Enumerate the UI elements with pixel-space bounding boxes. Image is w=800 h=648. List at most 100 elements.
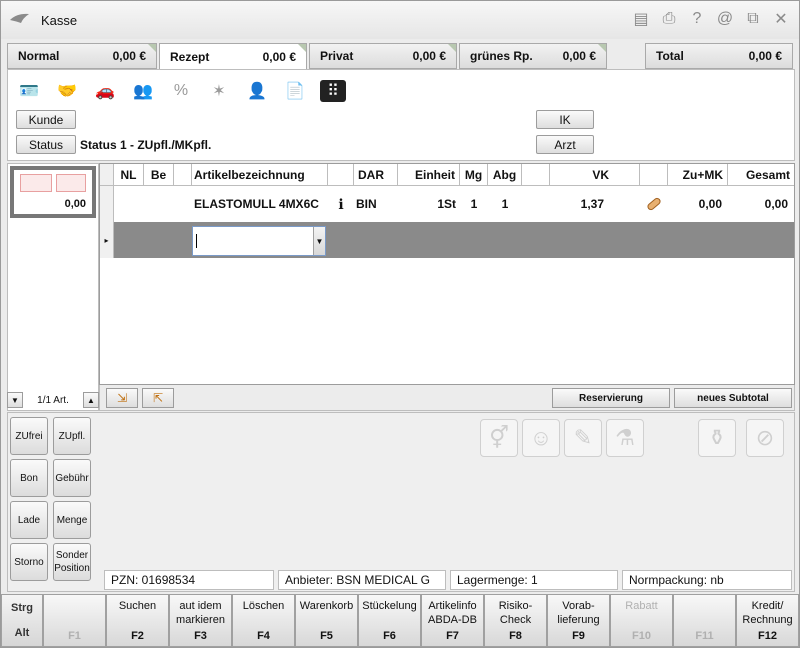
zupfl-button[interactable]: ZUpfl. [53, 417, 91, 455]
col-header-vk[interactable]: VK [550, 164, 640, 186]
cell-gesamt[interactable]: 0,00 [728, 186, 794, 222]
tool-icon: ⚗ [606, 419, 644, 457]
menge-button[interactable]: Menge [53, 501, 91, 539]
total-value: 0,00 € [748, 49, 782, 63]
app-logo-icon [9, 11, 31, 27]
print-icon[interactable]: ⎙ [659, 9, 679, 29]
tab-normal[interactable]: Normal 0,00 € [7, 43, 157, 69]
article-grid: NL Be Artikelbezeichnung DAR Einheit Mg … [99, 163, 795, 385]
f4-loeschen-key[interactable]: Löschen F4 [232, 594, 295, 647]
tab-value: 0,00 € [262, 50, 296, 64]
people-icon[interactable]: 👥 [130, 80, 156, 102]
total-box: Total 0,00 € [645, 43, 793, 69]
reservierung-button[interactable]: Reservierung [552, 388, 670, 408]
prescription-icon[interactable]: 📄 [282, 80, 308, 102]
syringe-icon: ✎ [564, 419, 602, 457]
chevron-down-icon[interactable]: ▼ [313, 227, 325, 255]
modifier-keys[interactable]: Strg Alt [1, 594, 43, 647]
document-icon[interactable]: ▤ [631, 9, 651, 29]
percent-icon[interactable]: % [168, 80, 194, 102]
f12-kredit-rechnung-key[interactable]: Kredit/ Rechnung F12 [736, 594, 799, 647]
col-header-artikel[interactable]: Artikelbezeichnung [192, 164, 328, 186]
col-header-abg[interactable]: Abg [488, 164, 522, 186]
f6-stueckelung-key[interactable]: Stückelung F6 [358, 594, 421, 647]
row-pointer-icon: ▸ [100, 222, 114, 258]
tab-value: 0,00 € [562, 49, 596, 63]
chevron-down-icon[interactable]: ▼ [7, 392, 23, 408]
f2-suchen-key[interactable]: Suchen F2 [106, 594, 169, 647]
info-icon[interactable]: ℹ [330, 186, 352, 222]
cell-abg[interactable]: 1 [488, 186, 522, 222]
receipt-list: 0,00 [7, 163, 99, 411]
neues-subtotal-button[interactable]: neues Subtotal [674, 388, 792, 408]
zufrei-button[interactable]: ZUfrei [10, 417, 48, 455]
customer-panel: 🪪 🤝 🚗 👥 % ✶ 👤 📄 ⠿ Kunde Status Status 1 … [7, 69, 795, 161]
sonder-position-button[interactable]: Sonder Position [53, 543, 91, 581]
col-header-einheit[interactable]: Einheit [398, 164, 460, 186]
tab-rezept[interactable]: Rezept 0,00 € [159, 43, 307, 71]
cell-vk[interactable]: 1,37 [550, 186, 640, 222]
tab-name: Rezept [170, 50, 210, 64]
tab-value: 0,00 € [412, 49, 446, 63]
col-header-nl[interactable]: NL [114, 164, 144, 186]
f8-risiko-check-key[interactable]: Risiko-Check F8 [484, 594, 547, 647]
cell-mg[interactable]: 1 [460, 186, 488, 222]
no-spray-icon: ⊘ [746, 419, 784, 457]
status-button[interactable]: Status [16, 135, 76, 154]
id-card-icon[interactable]: 🪪 [16, 80, 42, 102]
at-icon[interactable]: @ [715, 9, 735, 29]
cell-artikel[interactable]: ELASTOMULL 4MX6C [192, 186, 328, 222]
f1-key: F1 [43, 594, 106, 647]
status-text: Status 1 - ZUpfl./MKpfl. [80, 138, 212, 152]
normpackung-field: Normpackung: nb [622, 570, 792, 590]
grid-dots-icon[interactable]: ⠿ [320, 80, 346, 102]
f7-artikelinfo-key[interactable]: Artikelinfo ABDA-DB F7 [421, 594, 484, 647]
storno-button[interactable]: Storno [10, 543, 48, 581]
chevron-up-icon[interactable]: ▲ [83, 392, 99, 408]
cell-dar[interactable]: BIN [356, 186, 398, 222]
receipt-thumbnail[interactable]: 0,00 [10, 166, 96, 218]
tab-privat[interactable]: Privat 0,00 € [309, 43, 457, 69]
pager-label: 1/1 Art. [37, 394, 69, 406]
export-icon[interactable]: ⇲ [106, 388, 138, 408]
handshake-icon[interactable]: 🤝 [54, 80, 80, 102]
bandage-icon [640, 186, 668, 222]
tab-gruenes-rezept[interactable]: grünes Rp. 0,00 € [459, 43, 607, 69]
f5-warenkorb-key[interactable]: Warenkorb F5 [295, 594, 358, 647]
col-header-dar[interactable]: DAR [354, 164, 398, 186]
tab-value: 0,00 € [112, 49, 146, 63]
col-header-be[interactable]: Be [144, 164, 174, 186]
col-header-zumk[interactable]: Zu+MK [668, 164, 728, 186]
doctor-icon[interactable]: 👤 [244, 80, 270, 102]
title-bar: Kasse ▤ ⎙ ? @ ⧉ ✕ [1, 1, 799, 39]
arzt-button[interactable]: Arzt [536, 135, 594, 154]
close-icon[interactable]: ✕ [771, 9, 791, 29]
help-icon[interactable]: ? [687, 9, 707, 29]
article-search-input[interactable]: ▼ [192, 226, 326, 256]
tab-name: Normal [18, 49, 60, 63]
f9-vorablieferung-key[interactable]: Vorab-lieferung F9 [547, 594, 610, 647]
kunde-button[interactable]: Kunde [16, 110, 76, 129]
window-icon[interactable]: ⧉ [743, 9, 763, 29]
f3-aut-idem-key[interactable]: aut idem markieren F3 [169, 594, 232, 647]
gebuehr-button[interactable]: Gebühr [53, 459, 91, 497]
gender-icon: ⚥ [480, 419, 518, 457]
cell-zumk[interactable]: 0,00 [668, 186, 728, 222]
cell-einheit[interactable]: 1St [398, 186, 460, 222]
lade-button[interactable]: Lade [10, 501, 48, 539]
bon-button[interactable]: Bon [10, 459, 48, 497]
pzn-field: PZN: 01698534 [104, 570, 274, 590]
ik-button[interactable]: IK [536, 110, 594, 129]
import-icon[interactable]: ⇱ [142, 388, 174, 408]
anbieter-field: Anbieter: BSN MEDICAL G [278, 570, 446, 590]
receipt-pager: ▼ 1/1 Art. ▲ [7, 391, 99, 409]
col-header-mg[interactable]: Mg [460, 164, 488, 186]
col-header-gesamt[interactable]: Gesamt [728, 164, 794, 186]
function-key-bar: Strg Alt F1 Suchen F2 aut idem markieren F… [1, 594, 799, 647]
pharmacy-icon[interactable]: ✶ [206, 80, 232, 102]
alt-label: Alt [14, 627, 30, 640]
f10-rabatt-key: Rabatt F10 [610, 594, 673, 647]
window-title: Kasse [41, 13, 78, 28]
car-icon[interactable]: 🚗 [92, 80, 118, 102]
total-name: Total [656, 49, 684, 63]
